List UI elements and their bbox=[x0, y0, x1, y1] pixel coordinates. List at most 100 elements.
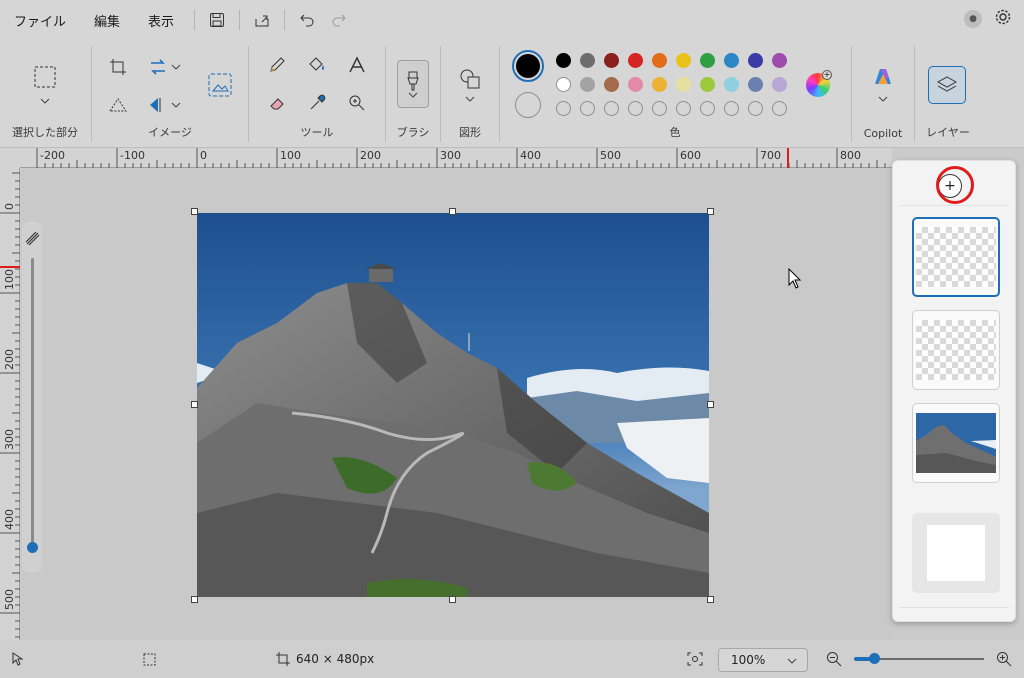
color-swatch[interactable] bbox=[772, 101, 787, 116]
brush-icon bbox=[407, 71, 419, 91]
chevron-down-icon[interactable] bbox=[31, 94, 59, 108]
color-swatch[interactable] bbox=[700, 77, 715, 92]
brush-size-slider[interactable] bbox=[22, 222, 42, 572]
chevron-down-icon[interactable] bbox=[456, 92, 484, 106]
menu-view[interactable]: 表示 bbox=[134, 11, 188, 30]
layers-button[interactable] bbox=[928, 66, 966, 104]
ruler-label: 100 bbox=[280, 149, 301, 162]
account-icon[interactable]: ● bbox=[964, 10, 982, 28]
zoom-in-icon[interactable] bbox=[996, 651, 1012, 667]
color-swatch[interactable] bbox=[580, 53, 595, 68]
ruler-label: 500 bbox=[3, 589, 16, 610]
zoom-slider[interactable] bbox=[854, 653, 984, 664]
chevron-down-icon[interactable] bbox=[869, 92, 897, 106]
color-swatch[interactable] bbox=[604, 53, 619, 68]
menu-separator bbox=[239, 10, 241, 30]
color-swatch[interactable] bbox=[724, 101, 739, 116]
shapes-icon[interactable] bbox=[456, 66, 484, 92]
ruler-corner bbox=[0, 148, 20, 168]
ruler-vertical-ticks bbox=[0, 172, 20, 638]
text-tool-icon[interactable] bbox=[343, 52, 371, 78]
slider-thumb[interactable] bbox=[27, 542, 38, 553]
share-icon[interactable] bbox=[246, 6, 278, 34]
color-swatch[interactable] bbox=[556, 77, 571, 92]
color-swatch[interactable] bbox=[676, 77, 691, 92]
image-edit-icon[interactable] bbox=[204, 70, 236, 100]
eraser-icon[interactable] bbox=[263, 90, 291, 116]
color-swatch[interactable] bbox=[748, 77, 763, 92]
menu-separator bbox=[194, 10, 196, 30]
resize-icon[interactable] bbox=[104, 92, 132, 118]
resize-handle[interactable] bbox=[449, 208, 456, 215]
zoom-out-icon[interactable] bbox=[826, 651, 842, 667]
fit-to-window-icon[interactable] bbox=[687, 652, 703, 666]
color-swatch[interactable] bbox=[628, 53, 643, 68]
color-swatch[interactable] bbox=[580, 101, 595, 116]
layer-item-1[interactable] bbox=[912, 217, 1000, 297]
zoom-value: 100% bbox=[731, 653, 766, 667]
crop-icon[interactable] bbox=[104, 54, 132, 80]
selection-size-icon bbox=[143, 653, 156, 666]
chevron-down-icon[interactable] bbox=[168, 92, 184, 118]
brush-button[interactable] bbox=[397, 60, 429, 108]
color-swatch[interactable] bbox=[676, 53, 691, 68]
resize-handle[interactable] bbox=[707, 208, 714, 215]
layer-item-3[interactable] bbox=[912, 403, 1000, 483]
magnifier-icon[interactable] bbox=[343, 90, 371, 116]
menu-file[interactable]: ファイル bbox=[0, 11, 80, 30]
color-swatch[interactable] bbox=[604, 77, 619, 92]
zoom-dropdown[interactable]: 100% bbox=[718, 648, 808, 672]
redo-icon[interactable] bbox=[323, 6, 355, 34]
ruler-label: 300 bbox=[3, 429, 16, 450]
color-swatch[interactable] bbox=[580, 77, 595, 92]
color-swatch[interactable] bbox=[772, 77, 787, 92]
chevron-down-icon[interactable] bbox=[168, 54, 184, 80]
resize-handle[interactable] bbox=[707, 596, 714, 603]
color-swatch[interactable] bbox=[772, 53, 787, 68]
secondary-color-button[interactable] bbox=[515, 92, 541, 118]
resize-handle[interactable] bbox=[191, 596, 198, 603]
layer-item-2[interactable] bbox=[912, 310, 1000, 390]
color-swatch[interactable] bbox=[604, 101, 619, 116]
layer-item-background[interactable] bbox=[912, 513, 1000, 593]
selection-rect-icon[interactable] bbox=[30, 62, 60, 92]
color-swatch[interactable] bbox=[724, 53, 739, 68]
fill-bucket-icon[interactable] bbox=[303, 52, 331, 78]
undo-icon[interactable] bbox=[291, 6, 323, 34]
save-icon[interactable] bbox=[201, 6, 233, 34]
color-swatch[interactable] bbox=[724, 77, 739, 92]
menu-edit[interactable]: 編集 bbox=[80, 11, 134, 30]
copilot-icon[interactable] bbox=[869, 64, 897, 90]
group-copilot: Copilot bbox=[852, 40, 914, 148]
settings-gear-icon[interactable] bbox=[994, 8, 1012, 30]
color-swatch[interactable] bbox=[652, 53, 667, 68]
ribbon-toolbar: 選択した部分 イメージ ツール ブラシ 図形 + 色 Copilot レイヤー bbox=[0, 40, 1024, 148]
group-label-colors: 色 bbox=[669, 126, 681, 139]
pencil-icon[interactable] bbox=[263, 52, 291, 78]
color-swatch[interactable] bbox=[628, 101, 643, 116]
color-swatch[interactable] bbox=[556, 53, 571, 68]
color-swatch[interactable] bbox=[556, 101, 571, 116]
layers-icon bbox=[936, 76, 958, 92]
color-picker-icon[interactable] bbox=[303, 90, 331, 116]
color-swatch[interactable] bbox=[748, 101, 763, 116]
add-color-icon: + bbox=[822, 70, 832, 80]
menu-bar: ファイル 編集 表示 ● bbox=[0, 0, 1024, 40]
resize-handle[interactable] bbox=[449, 596, 456, 603]
color-swatch[interactable] bbox=[652, 77, 667, 92]
resize-handle[interactable] bbox=[707, 401, 714, 408]
zoom-slider-thumb[interactable] bbox=[869, 653, 880, 664]
color-swatch[interactable] bbox=[676, 101, 691, 116]
color-swatch[interactable] bbox=[748, 53, 763, 68]
primary-color-button[interactable] bbox=[512, 50, 544, 82]
resize-handle[interactable] bbox=[191, 401, 198, 408]
panel-divider bbox=[899, 607, 1009, 608]
resize-handle[interactable] bbox=[191, 208, 198, 215]
color-swatch[interactable] bbox=[700, 101, 715, 116]
color-swatch[interactable] bbox=[652, 101, 667, 116]
group-shapes: 図形 bbox=[441, 40, 499, 148]
canvas-image[interactable] bbox=[197, 213, 709, 597]
color-swatch[interactable] bbox=[628, 77, 643, 92]
ruler-label: 200 bbox=[360, 149, 381, 162]
color-swatch[interactable] bbox=[700, 53, 715, 68]
